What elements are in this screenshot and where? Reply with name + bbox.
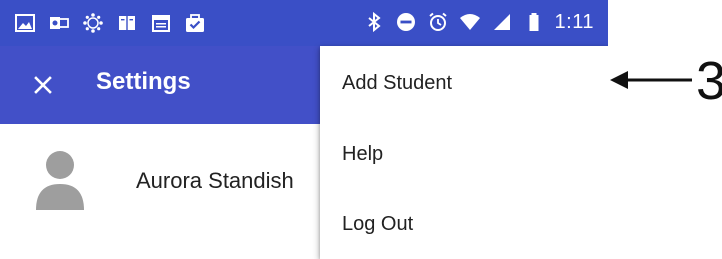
student-name: Aurora Standish: [136, 168, 294, 193]
overflow-menu: Add Student Help Log Out: [320, 46, 608, 259]
outlook-icon: [48, 12, 70, 34]
person-avatar-icon: [34, 148, 86, 212]
book-icon: [116, 12, 138, 34]
close-icon: [34, 76, 52, 94]
menu-item-add-student[interactable]: Add Student: [320, 48, 608, 118]
signal-icon: [491, 11, 513, 33]
wifi-icon: [459, 11, 481, 33]
bluetooth-icon: [363, 11, 385, 33]
status-bar: 1:11: [0, 0, 608, 46]
system-status: 1:11: [363, 9, 594, 35]
menu-item-help[interactable]: Help: [320, 119, 608, 189]
annotation-callout: 3: [608, 52, 722, 122]
annotation-number: 3: [696, 51, 722, 111]
notification-icons: [14, 10, 206, 36]
menu-item-label: Log Out: [342, 212, 414, 235]
image-icon: [14, 12, 36, 34]
phone-screen: 1:11 Settings Aurora Standish Add Studen…: [0, 0, 608, 259]
battery-icon: [523, 11, 545, 33]
menu-item-label: Help: [342, 142, 384, 165]
do-not-disturb-icon: [395, 11, 417, 33]
calendar-icon: [150, 12, 172, 34]
status-time: 1:11: [554, 10, 594, 33]
alarm-icon: [427, 11, 449, 33]
briefcase-check-icon: [184, 12, 206, 34]
canvas-icon: [82, 12, 104, 34]
menu-item-label: Add Student: [342, 71, 453, 94]
close-button[interactable]: [22, 64, 64, 106]
menu-item-log-out[interactable]: Log Out: [320, 189, 608, 259]
page-title: Settings: [96, 68, 191, 95]
